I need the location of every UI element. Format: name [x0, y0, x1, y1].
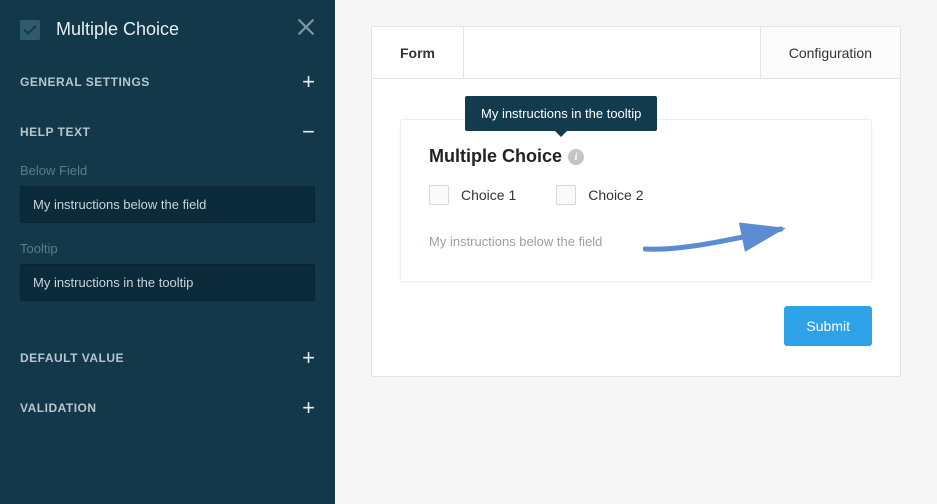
tooltip-input[interactable]	[20, 264, 315, 301]
form-canvas: My instructions in the tooltip Multiple …	[371, 78, 901, 377]
choices-row: Choice 1 Choice 2	[429, 185, 843, 205]
choice-label: Choice 1	[461, 187, 516, 203]
section-help-text-body: Below Field Tooltip	[0, 157, 335, 333]
section-default-value[interactable]: DEFAULT VALUE +	[0, 333, 335, 383]
info-icon[interactable]: i	[568, 149, 584, 165]
tab-bar: Form Configuration	[371, 26, 901, 78]
sidebar-header: Multiple Choice	[0, 0, 335, 57]
section-general-settings[interactable]: GENERAL SETTINGS +	[0, 57, 335, 107]
choice-option[interactable]: Choice 1	[429, 185, 516, 205]
close-icon[interactable]	[297, 18, 315, 41]
tab-form[interactable]: Form	[372, 27, 464, 78]
submit-button[interactable]: Submit	[784, 306, 872, 346]
section-label: VALIDATION	[20, 401, 97, 415]
choice-option[interactable]: Choice 2	[556, 185, 643, 205]
collapse-icon: −	[302, 121, 315, 143]
expand-icon: +	[302, 347, 315, 369]
section-label: GENERAL SETTINGS	[20, 75, 150, 89]
expand-icon: +	[302, 71, 315, 93]
checkbox-icon	[556, 185, 576, 205]
below-field-label: Below Field	[20, 163, 315, 178]
tab-spacer	[464, 27, 761, 78]
below-field-input[interactable]	[20, 186, 315, 223]
section-validation[interactable]: VALIDATION +	[0, 383, 335, 433]
main-area: Form Configuration My instructions in th…	[335, 0, 937, 504]
checkbox-icon	[429, 185, 449, 205]
field-type-icon	[20, 20, 40, 40]
section-label: DEFAULT VALUE	[20, 351, 124, 365]
settings-sidebar: Multiple Choice GENERAL SETTINGS + HELP …	[0, 0, 335, 504]
tab-configuration[interactable]: Configuration	[761, 27, 900, 78]
choice-label: Choice 2	[588, 187, 643, 203]
field-title: Multiple Choice	[429, 146, 562, 167]
section-label: HELP TEXT	[20, 125, 90, 139]
field-title-row: Multiple Choice i	[429, 146, 843, 167]
field-card: My instructions in the tooltip Multiple …	[400, 119, 872, 282]
tooltip-bubble: My instructions in the tooltip	[465, 96, 657, 131]
expand-icon: +	[302, 397, 315, 419]
tooltip-label: Tooltip	[20, 241, 315, 256]
section-help-text[interactable]: HELP TEXT −	[0, 107, 335, 157]
below-field-help-text: My instructions below the field	[429, 233, 609, 251]
sidebar-title: Multiple Choice	[56, 19, 297, 40]
